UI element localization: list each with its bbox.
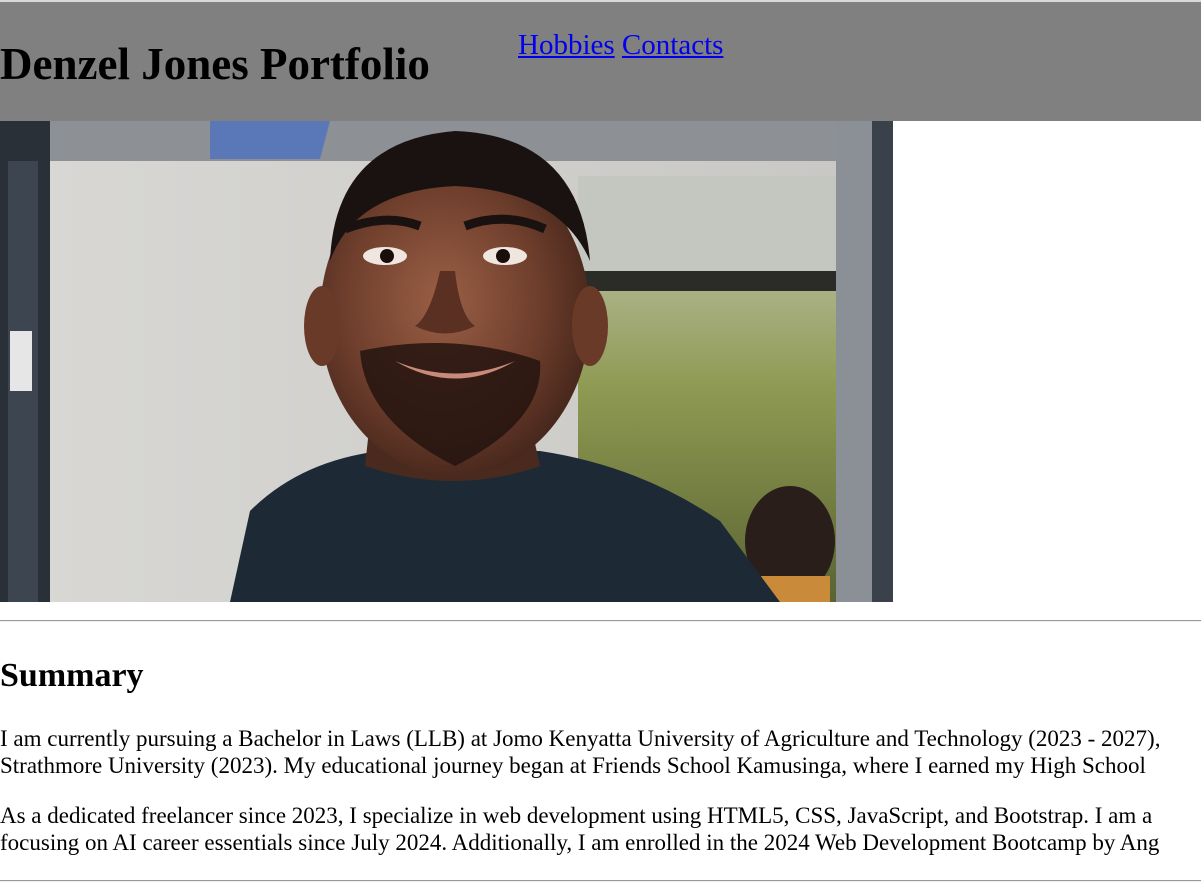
divider: [0, 620, 1201, 622]
page-title: Denzel Jones Portfolio: [0, 39, 430, 89]
summary-paragraph-2-line-2: focusing on AI career essentials since J…: [0, 830, 1160, 855]
summary-heading: Summary: [0, 657, 144, 694]
summary-paragraph-1: I am currently pursuing a Bachelor in La…: [0, 725, 1201, 779]
summary-paragraph-1-line-2: Strathmore University (2023). My educati…: [0, 753, 1146, 778]
summary-paragraph-1-line-1: I am currently pursuing a Bachelor in La…: [0, 726, 1161, 751]
nav-link-hobbies[interactable]: Hobbies: [518, 29, 615, 61]
divider-bottom: [0, 880, 1201, 882]
summary-paragraph-2-line-1: As a dedicated freelancer since 2023, I …: [0, 803, 1153, 828]
portrait-photo-image: [0, 121, 893, 602]
profile-photo: [0, 121, 893, 602]
nav-link-contacts[interactable]: Contacts: [622, 29, 724, 61]
summary-paragraph-2: As a dedicated freelancer since 2023, I …: [0, 802, 1201, 856]
main-nav: Hobbies Contacts: [518, 28, 723, 62]
site-header: Denzel Jones Portfolio Hobbies Contacts: [0, 2, 1201, 121]
